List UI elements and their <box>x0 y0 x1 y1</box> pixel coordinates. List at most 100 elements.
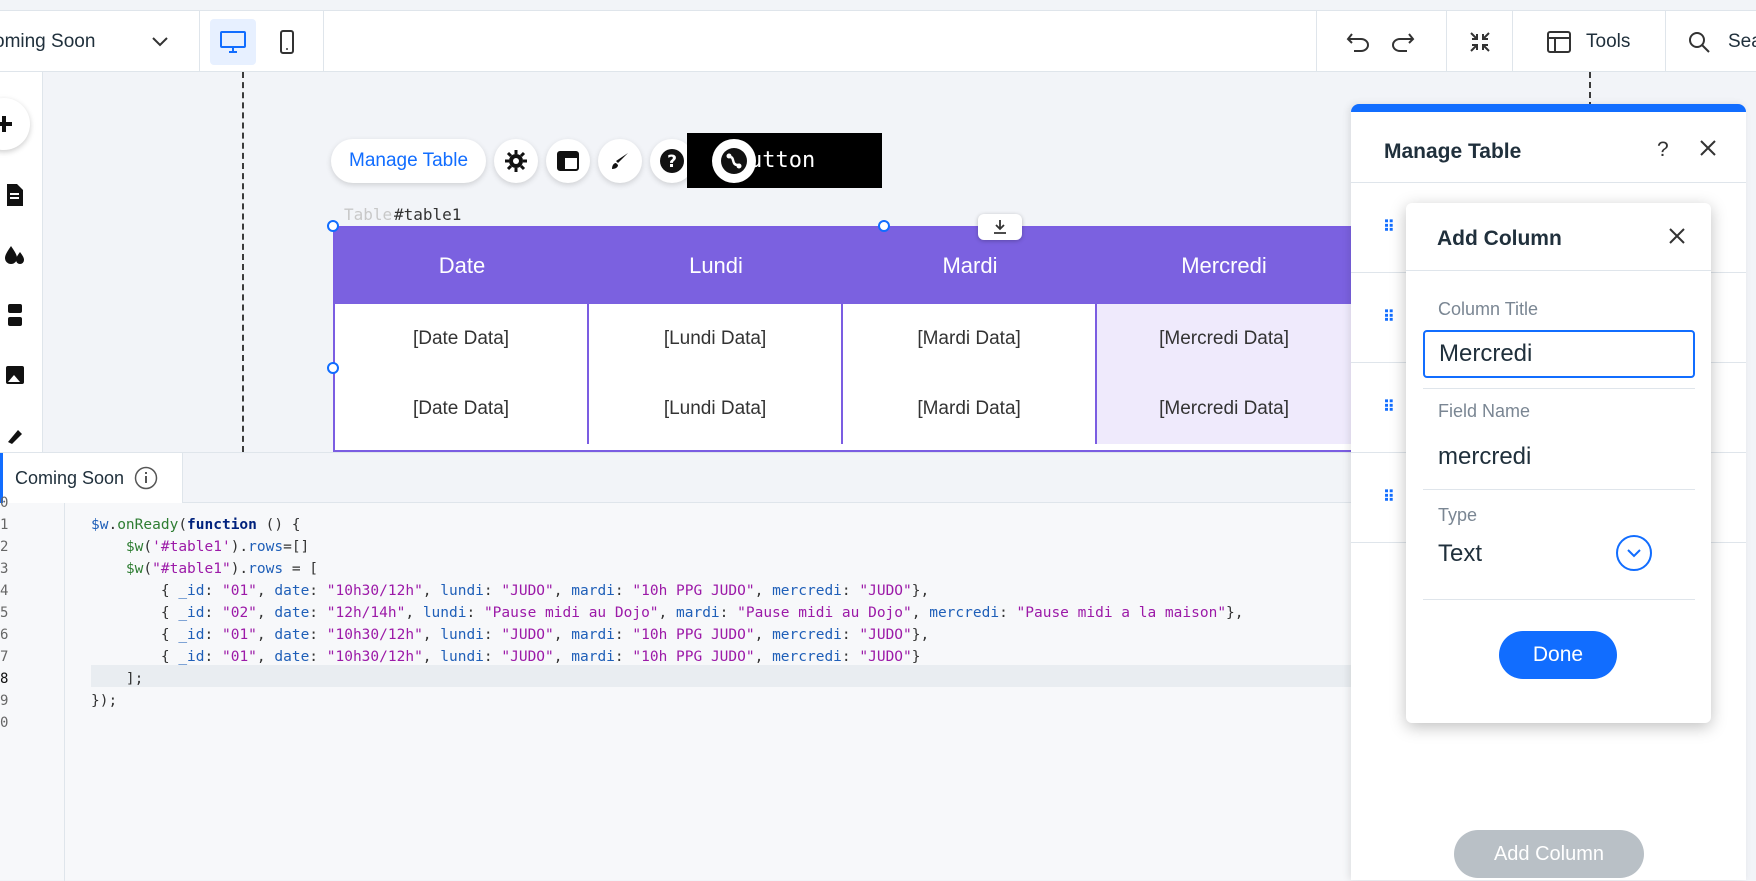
table-cell: [Lundi Data] <box>589 374 844 444</box>
page-selector[interactable]: oming Soon <box>0 11 200 72</box>
layout-icon <box>557 151 580 171</box>
mobile-view-button[interactable] <box>264 19 310 65</box>
redo-icon <box>1392 33 1415 52</box>
current-line-highlight <box>91 665 1351 687</box>
table-cell: [Mercredi Data] <box>1097 374 1351 444</box>
table-cell: [Date Data] <box>335 374 590 444</box>
drag-handle-icon[interactable]: ⠿ <box>1383 307 1395 327</box>
redo-button[interactable] <box>1390 29 1416 55</box>
panel-close-button[interactable] <box>1699 139 1717 162</box>
code-line: ]; <box>91 671 144 687</box>
line-number-gutter: 0 1 2 3 4 5 6 7 8 9 0 <box>0 495 65 881</box>
zoom-out-button[interactable] <box>1467 29 1493 55</box>
table-cell: [Lundi Data] <box>589 304 844 374</box>
collapse-icon <box>1470 32 1490 52</box>
type-label: Type <box>1438 505 1478 525</box>
drag-handle-icon[interactable]: ⠿ <box>1383 487 1395 507</box>
code-tab-label: Coming Soon <box>15 467 125 488</box>
table-header-cell: Lundi <box>689 253 743 278</box>
table-row: [Date Data] [Lundi Data] [Mardi Data] [M… <box>335 304 1351 374</box>
code-line: { _id: "02", date: "12h/14h", lundi: "Pa… <box>91 605 1244 621</box>
undo-button[interactable] <box>1345 29 1371 55</box>
resize-handle[interactable] <box>327 362 339 374</box>
add-elements-button[interactable] <box>0 98 30 150</box>
svg-text:?: ? <box>667 152 677 172</box>
table-cell: [Mardi Data] <box>843 374 1098 444</box>
code-line: $w('#table1').rows=[] <box>125 539 310 555</box>
code-line: { _id: "01", date: "10h30/12h", lundi: "… <box>91 583 930 599</box>
resize-handle[interactable] <box>327 220 339 232</box>
line-number: 3 <box>0 561 9 577</box>
column-title-label: Column Title <box>1438 299 1539 319</box>
code-tabs: Coming Soon <box>0 453 1351 503</box>
connect-button[interactable] <box>712 139 756 183</box>
line-number: 2 <box>0 539 9 555</box>
brush-icon <box>8 430 22 444</box>
design-button[interactable] <box>0 240 30 270</box>
plus-icon <box>0 116 12 132</box>
table-element-toolbar: Manage Table ? <box>331 139 695 183</box>
add-column-button[interactable]: Add Column <box>1454 830 1644 878</box>
line-number: 0 <box>0 715 9 731</box>
code-line: }); <box>91 693 118 709</box>
pages-menu-button[interactable] <box>0 180 30 210</box>
code-line: { _id: "01", date: "10h30/12h", lundi: "… <box>91 649 921 665</box>
manage-table-button[interactable]: Manage Table <box>331 139 487 183</box>
field-name-label: Field Name <box>1438 401 1531 421</box>
search-icon <box>1686 29 1712 55</box>
info-icon[interactable] <box>134 466 158 490</box>
chevron-down-icon <box>1627 549 1641 558</box>
table-id-label: #table1 <box>394 205 462 224</box>
gridline-right <box>1589 72 1591 108</box>
settings-button[interactable] <box>494 139 539 183</box>
close-icon <box>1700 140 1716 156</box>
media-button[interactable] <box>0 360 30 390</box>
drag-handle-icon[interactable]: ⠿ <box>1383 397 1395 417</box>
type-dropdown-button[interactable] <box>1616 535 1652 571</box>
done-button[interactable]: Done <box>1499 631 1617 679</box>
code-tab-coming-soon[interactable]: Coming Soon <box>0 453 183 503</box>
droplets-icon <box>5 246 24 264</box>
image-icon <box>6 366 24 384</box>
line-number: 1 <box>0 517 9 533</box>
line-number: 9 <box>0 693 9 709</box>
search-button[interactable]: Sea <box>1728 31 1756 53</box>
code-panel: Coming Soon 0 1 2 3 4 5 6 7 8 9 0 $w.onR… <box>0 452 1351 881</box>
tools-button[interactable]: Tools <box>1586 31 1630 53</box>
table-row: [Date Data] [Lundi Data] [Mardi Data] [M… <box>335 374 1351 444</box>
line-number: 5 <box>0 605 9 621</box>
undo-icon <box>1346 33 1369 52</box>
gridline-left <box>242 72 244 452</box>
brush-button[interactable] <box>0 420 30 450</box>
table-cell: [Mardi Data] <box>843 304 1098 374</box>
line-number: 7 <box>0 649 9 665</box>
resize-handle[interactable] <box>878 220 890 232</box>
code-line: $w("#table1").rows = [ <box>125 561 319 577</box>
column-title-input[interactable]: Mercredi <box>1423 330 1695 378</box>
code-editor[interactable]: 0 1 2 3 4 5 6 7 8 9 0 $w.onReady(functio… <box>0 495 1351 881</box>
type-select-value[interactable]: Text <box>1438 540 1482 568</box>
chevron-down-icon <box>152 36 168 46</box>
data-table[interactable]: Date Lundi Mardi Mercredi [Date Data] [L… <box>333 226 1353 452</box>
close-icon <box>1669 228 1685 244</box>
link-icon <box>721 148 747 174</box>
design-brush-button[interactable] <box>598 139 643 183</box>
drag-handle-icon[interactable]: ⠿ <box>1383 217 1395 237</box>
dialog-close-button[interactable] <box>1668 227 1686 250</box>
panel-title: Manage Table <box>1384 140 1522 163</box>
line-number: 0 <box>0 495 9 511</box>
desktop-view-button[interactable] <box>210 19 256 65</box>
code-line: $w.onReady(function () { <box>91 517 301 533</box>
stretch-button[interactable] <box>978 214 1022 240</box>
desktop-icon <box>220 31 246 53</box>
layout-button[interactable] <box>546 139 591 183</box>
tools-icon <box>1546 29 1572 55</box>
table-header-cell: Mardi <box>942 253 998 278</box>
page-icon <box>7 184 23 206</box>
panel-help-button[interactable]: ? <box>1657 138 1669 162</box>
dialog-title: Add Column <box>1437 227 1562 250</box>
apps-button[interactable] <box>0 300 30 330</box>
field-name-input[interactable]: mercredi <box>1438 443 1531 471</box>
table-header-cell: Date <box>438 253 486 278</box>
apps-icon <box>8 304 22 326</box>
